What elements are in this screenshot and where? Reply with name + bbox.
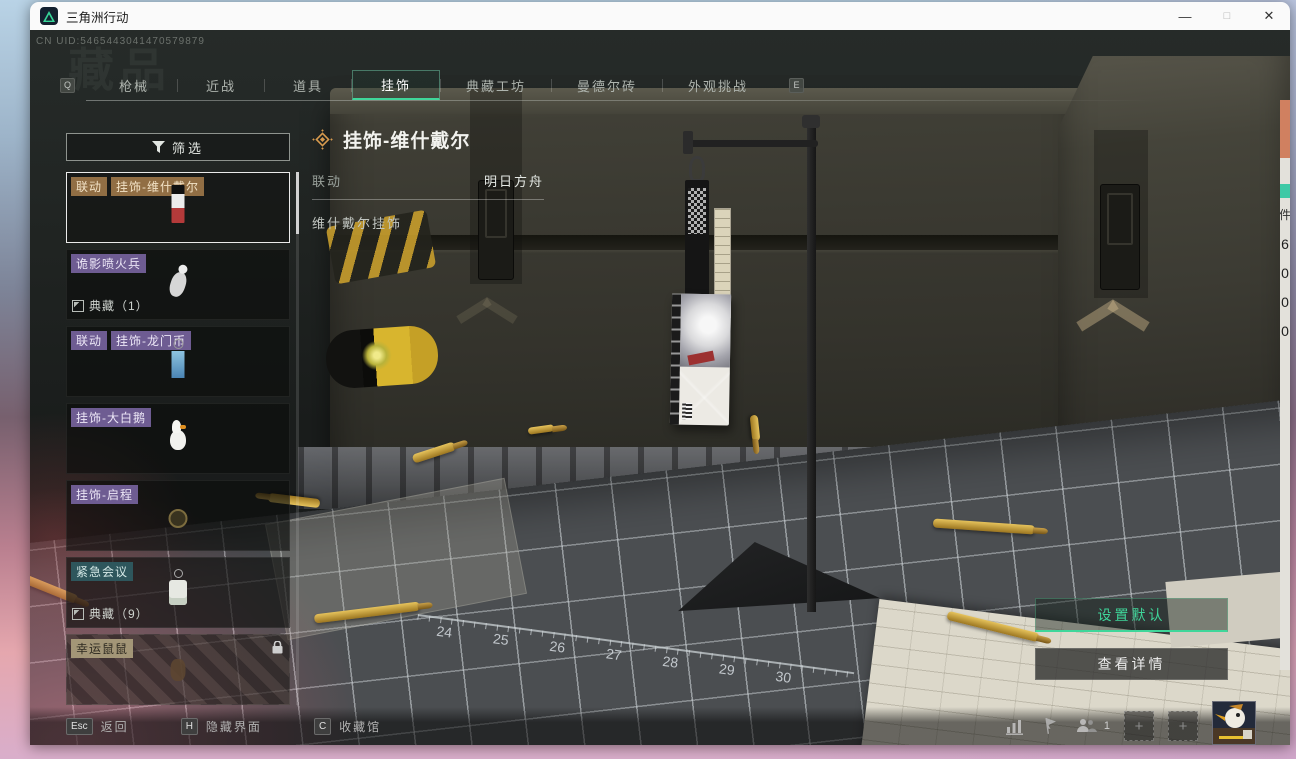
edge-orange-block [1280,100,1290,158]
item-badge: 诡影喷火兵 [71,254,147,273]
empty-team-slot[interactable]: + [1124,711,1154,741]
list-item-departure[interactable]: 挂饰-启程 [66,480,290,551]
close-button[interactable]: ✕ [1248,2,1290,30]
h-key-chip: H [180,717,198,735]
tab-firearms[interactable]: 枪械 [91,70,177,100]
player-avatar[interactable] [1212,701,1256,745]
bottle-prop [324,324,440,390]
charm-thumbnail [168,509,188,528]
tab-items[interactable]: 道具 [265,70,351,100]
tab-collection-workshop[interactable]: 典藏工坊 [441,70,551,100]
plus-icon: + [1178,717,1188,735]
list-item-lungmen-coin[interactable]: 联动 挂饰-龙门币 [66,326,290,397]
charm-subtitle: 维什戴尔挂饰 [312,216,403,231]
charm-category-icon [312,129,333,150]
window-titlebar[interactable]: 三角洲行动 — □ ✕ [30,2,1290,30]
list-item-wisadel[interactable]: 联动 挂饰-维什戴尔 [66,172,290,243]
collection-icon [72,299,84,312]
key-hints: Esc 返回 H 隐藏界面 C 收藏馆 [66,717,381,735]
collection-count: 典藏（9） [89,607,149,621]
social-bar: 1 + + [1004,701,1256,745]
c-key-chip: C [313,717,332,735]
action-buttons: 设置默认 查看详情 [1035,598,1228,680]
list-item-lucky-mouse[interactable]: 幸运鼠鼠 [66,634,290,705]
hint-return[interactable]: Esc 返回 [66,717,129,735]
collection-icon [72,607,84,620]
collab-value: 明日方舟 [483,174,544,189]
hint-hide-ui[interactable]: H 隐藏界面 [180,717,262,735]
charm-tag [669,293,732,426]
detail-panel: 挂饰-维什戴尔 联动 明日方舟 维什戴尔挂饰 [312,126,544,232]
uid-text: CN UID:5465443041470579879 [36,36,205,47]
hint-collection-hall[interactable]: C 收藏馆 [313,717,381,735]
tab-melee[interactable]: 近战 [178,70,264,100]
charm-thumbnail [171,339,185,378]
tab-appearance-challenge[interactable]: 外观挑战 [663,70,773,100]
tab-underline [86,100,1156,101]
next-tab-key-hint: E [789,77,804,93]
app-window: 三角洲行动 — □ ✕ 24 25 26 27 28 29 30 CN UID:… [30,2,1290,745]
collab-label: 联动 [312,174,343,189]
maximize-button[interactable]: □ [1206,2,1248,30]
esc-key-chip: Esc [66,717,93,735]
tab-mandel-brick[interactable]: 曼德尔砖 [552,70,662,100]
friends-icon[interactable] [1076,715,1098,737]
minimize-button[interactable]: — [1164,2,1206,30]
charm-thumbnail [170,659,186,681]
list-item-emergency-meeting[interactable]: 紧急会议 典藏（9） [66,557,290,628]
page-title: 挂饰-维什戴尔 [343,131,471,152]
charm-thumbnail [169,569,187,605]
set-default-button[interactable]: 设置默认 [1035,598,1228,632]
edge-unit: 件 [1280,208,1290,222]
collab-info-row: 联动 明日方舟 [312,171,544,200]
app-logo-icon [40,7,58,25]
tab-charms[interactable]: 挂饰 [352,70,440,100]
prev-tab-key-hint: Q [60,77,75,93]
item-badge: 幸运鼠鼠 [71,639,134,658]
item-badge: 挂饰-维什戴尔 [111,177,205,196]
funnel-icon [151,141,165,153]
friend-count: 1 [1103,720,1110,732]
view-details-button[interactable]: 查看详情 [1035,648,1228,680]
lock-icon [272,640,283,659]
bottom-bar: Esc 返回 H 隐藏界面 C 收藏馆 1 + + [30,701,1290,745]
right-edge-panel: 件 6 0 0 0 [1280,100,1290,670]
item-badge: 联动 [71,177,108,196]
item-badge: 挂饰-大白鹅 [71,408,151,427]
charm-thumbnail [170,420,186,450]
stats-icon[interactable] [1004,715,1026,737]
plus-icon: + [1134,717,1144,735]
charm-thumbnail [171,185,185,223]
display-stand [807,126,816,612]
flag-icon[interactable] [1040,715,1062,737]
empty-team-slot[interactable]: + [1168,711,1198,741]
window-title: 三角洲行动 [66,10,129,25]
edge-teal-chip [1280,184,1290,198]
list-item-flamethrower[interactable]: 诡影喷火兵 典藏（1） [66,249,290,320]
game-viewport: 24 25 26 27 28 29 30 CN UID:546544304147… [30,30,1290,745]
item-badge: 紧急会议 [71,562,134,581]
collection-count: 典藏（1） [89,299,149,313]
charm-hook [689,156,705,182]
item-badge: 挂饰-启程 [71,485,138,504]
filter-button[interactable]: 筛选 [66,133,290,161]
list-item-goose[interactable]: 挂饰-大白鹅 [66,403,290,474]
list-scrollbar[interactable] [296,172,299,705]
charm-thumbnail [167,270,189,299]
tab-bar: Q 枪械 近战 道具 挂饰 典藏工坊 曼德尔砖 外观挑战 E [60,70,804,100]
scrollbar-thumb[interactable] [296,172,299,234]
charm-list: 联动 挂饰-维什戴尔 诡影喷火兵 典藏（1） 联动 挂饰-龙门币 挂饰-大白鹅 [66,172,290,705]
item-badge: 联动 [71,331,108,350]
